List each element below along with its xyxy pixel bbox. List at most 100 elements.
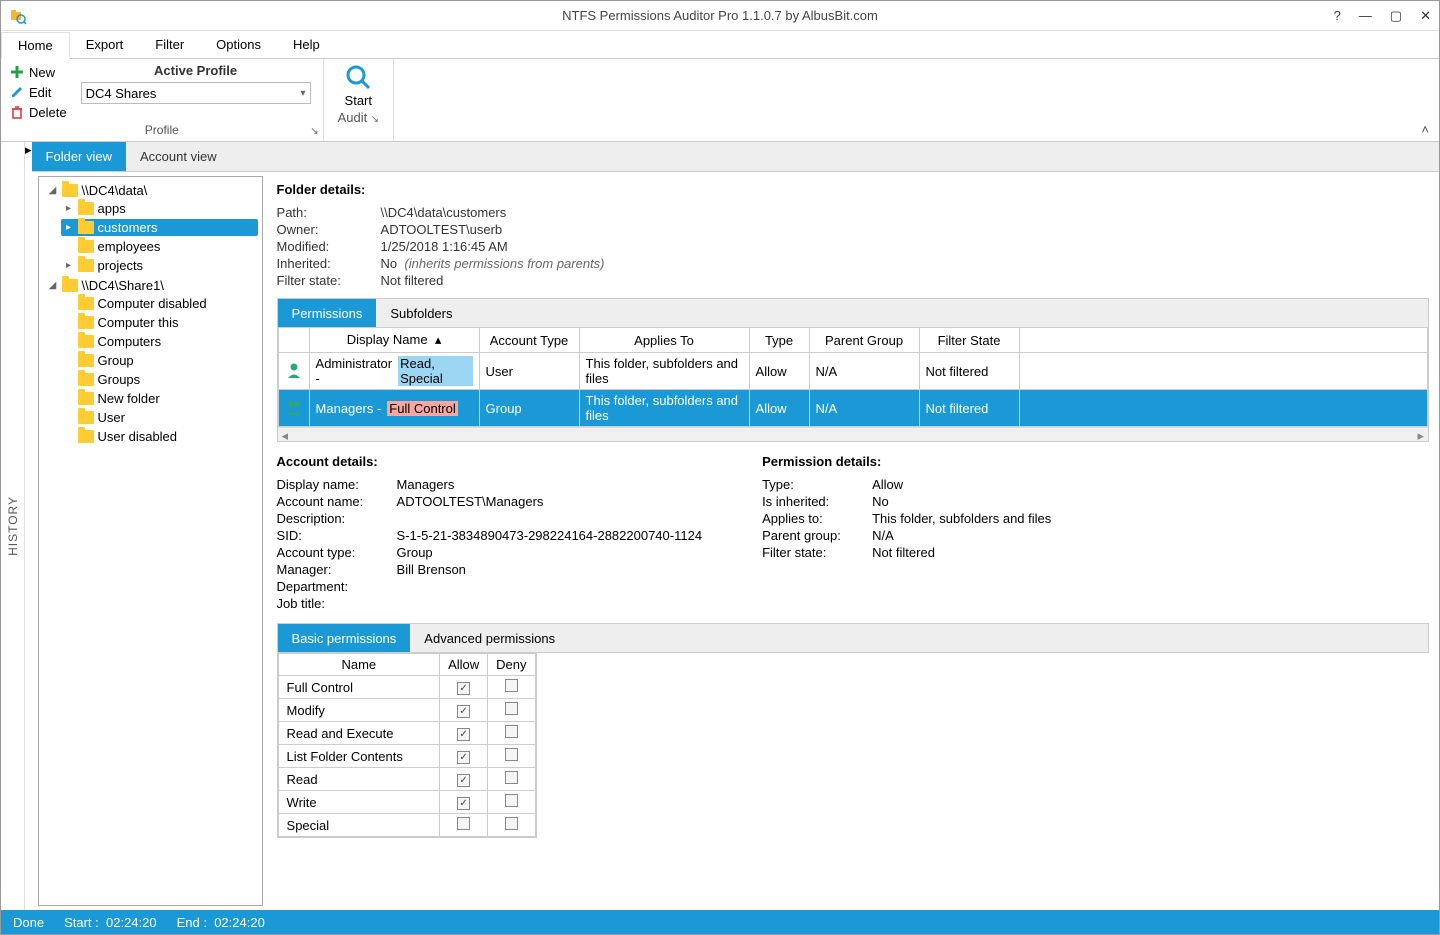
tab-account-view[interactable]: Account view [126,142,231,171]
allow-checkbox[interactable] [457,728,470,741]
tab-advanced-permissions[interactable]: Advanced permissions [410,624,569,652]
collapse-icon[interactable]: ◢ [48,185,58,196]
col-type[interactable]: Type [749,328,809,353]
profile-dialog-launcher[interactable]: ↘ [310,126,318,137]
folder-icon [78,354,94,367]
tree-node[interactable]: Computers [61,333,258,350]
delete-button[interactable]: Delete [7,103,69,121]
status-bar: Done Start : 02:24:20 End : 02:24:20 [1,910,1439,934]
menu-home[interactable]: Home [1,32,70,59]
profile-select[interactable]: DC4 Shares ▾ [81,82,311,104]
basic-permission-row: Read [278,768,535,791]
new-button[interactable]: New [7,63,69,81]
tree-node[interactable]: Computer this [61,314,258,331]
allow-checkbox[interactable] [457,774,470,787]
start-button[interactable]: Start [344,63,372,108]
folder-icon [78,240,94,253]
tree-node-projects[interactable]: ▸projects [61,257,258,274]
deny-checkbox[interactable] [505,817,518,830]
col-deny[interactable]: Deny [488,654,535,676]
maximize-button[interactable]: ▢ [1390,8,1402,24]
tree-node[interactable]: New folder [61,390,258,407]
allow-checkbox[interactable] [457,682,470,695]
basic-permission-row: Full Control [278,676,535,699]
ribbon-group-profile: Profile [7,121,317,139]
deny-checkbox[interactable] [505,771,518,784]
permissions-table[interactable]: Display Name ▴ Account Type Applies To T… [277,328,1429,442]
col-allow[interactable]: Allow [440,654,488,676]
close-button[interactable]: ✕ [1420,8,1431,24]
deny-checkbox[interactable] [505,794,518,807]
tree-node[interactable]: Groups [61,371,258,388]
basic-permission-row: Read and Execute [278,722,535,745]
expand-icon[interactable]: ▸ [64,222,74,233]
tree-node-apps[interactable]: ▸apps [61,200,258,217]
history-label: HISTORY [6,486,20,566]
account-manager: Bill Brenson [397,562,703,577]
tree-node-employees[interactable]: employees [61,238,258,255]
tab-folder-view[interactable]: Folder view [32,142,126,171]
minimize-button[interactable]: — [1359,8,1372,24]
tab-basic-permissions[interactable]: Basic permissions [278,624,411,652]
basic-adv-tabs: Basic permissions Advanced permissions [277,623,1429,653]
history-panel-tab[interactable]: HISTORY [1,142,25,910]
tree-node[interactable]: Group [61,352,258,369]
basic-permission-row: Special [278,814,535,837]
deny-checkbox[interactable] [505,748,518,761]
tree-node-root1[interactable]: ◢\\DC4\data\ [45,182,258,199]
basic-perm-name: Modify [278,699,440,722]
allow-checkbox[interactable] [457,817,470,830]
tree-node[interactable]: Computer disabled [61,295,258,312]
tree-node-root2[interactable]: ◢\\DC4\Share1\ [45,277,258,294]
col-account-type[interactable]: Account Type [479,328,579,353]
folder-filter-state: Not filtered [381,273,1429,288]
folder-modified: 1/25/2018 1:16:45 AM [381,239,1429,254]
expand-icon[interactable]: ▸ [64,260,74,271]
menu-options[interactable]: Options [200,32,277,57]
tree-node[interactable]: User disabled [61,428,258,445]
folder-icon [78,335,94,348]
perm-account-type: User [479,353,579,390]
ribbon-group-audit: Audit ↘ [338,108,379,127]
perm-applies-to: This folder, subfolders and files [872,511,1051,526]
active-profile-label: Active Profile [154,63,237,78]
tree-node[interactable]: User [61,409,258,426]
deny-checkbox[interactable] [505,725,518,738]
menu-export[interactable]: Export [70,32,140,57]
folder-icon [78,202,94,215]
account-details-title: Account details: [277,454,703,469]
group-icon [285,398,303,416]
folder-tree[interactable]: ◢\\DC4\data\ ▸apps ▸customers employees … [38,176,263,906]
perm-parent-group: N/A [872,528,1051,543]
status-end: End : 02:24:20 [177,915,265,930]
tree-node-customers[interactable]: ▸customers [61,219,258,236]
tab-permissions[interactable]: Permissions [278,299,377,327]
tab-subfolders[interactable]: Subfolders [376,299,466,327]
horizontal-scrollbar[interactable]: ◂▸ [278,427,1428,441]
perm-parent: N/A [809,390,919,427]
col-applies-to[interactable]: Applies To [579,328,749,353]
ribbon-collapse[interactable]: ˄ [1411,118,1439,141]
deny-checkbox[interactable] [505,679,518,692]
collapse-icon[interactable]: ◢ [48,280,58,291]
col-display-name[interactable]: Display Name ▴ [309,328,479,353]
col-parent-group[interactable]: Parent Group [809,328,919,353]
col-name[interactable]: Name [278,654,440,676]
expand-icon[interactable]: ▸ [64,203,74,214]
deny-checkbox[interactable] [505,702,518,715]
edit-button[interactable]: Edit [7,83,69,101]
audit-dialog-launcher[interactable]: ↘ [371,114,379,125]
allow-checkbox[interactable] [457,751,470,764]
menu-filter[interactable]: Filter [139,32,200,57]
help-button[interactable]: ? [1334,8,1341,24]
col-filter-state[interactable]: Filter State [919,328,1019,353]
view-tabs: Folder view Account view [32,142,1439,172]
perm-filter: Not filtered [919,353,1019,390]
allow-checkbox[interactable] [457,705,470,718]
menu-help[interactable]: Help [277,32,336,57]
permission-row[interactable]: Administrator - Read, SpecialUserThis fo… [278,353,1427,390]
account-name: ADTOOLTEST\Managers [397,494,703,509]
edit-label: Edit [29,85,51,100]
allow-checkbox[interactable] [457,797,470,810]
permission-row[interactable]: Managers - Full ControlGroupThis folder,… [278,390,1427,427]
